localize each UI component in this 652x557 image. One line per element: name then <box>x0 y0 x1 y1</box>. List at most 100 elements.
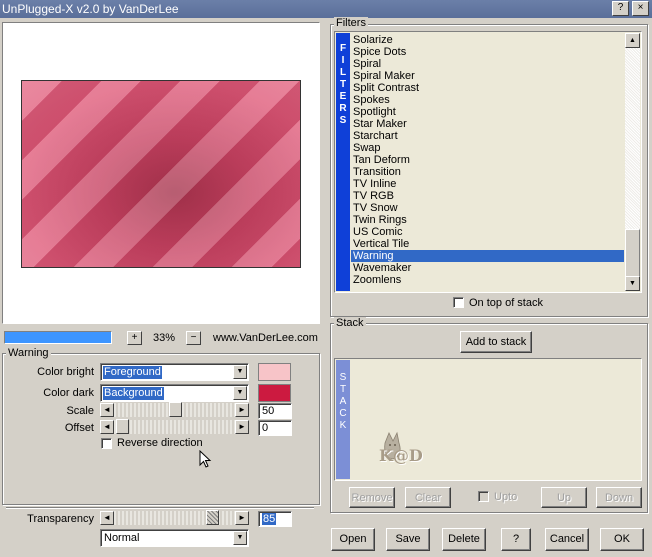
upto-label: Upto <box>494 491 518 503</box>
filter-list-item[interactable]: Spokes <box>351 94 624 106</box>
help-title-button[interactable]: ? <box>612 1 629 16</box>
up-button[interactable]: Up <box>541 487 587 508</box>
offset-increase-button[interactable]: ► <box>235 420 249 434</box>
scroll-thumb[interactable] <box>625 229 640 277</box>
save-button[interactable]: Save <box>386 528 430 551</box>
on-top-of-stack-label: On top of stack <box>469 297 543 309</box>
reverse-direction-checkbox[interactable] <box>101 438 112 449</box>
website-link[interactable]: www.VanDerLee.com <box>213 332 318 344</box>
chevron-down-icon[interactable]: ▼ <box>233 531 247 545</box>
filters-side-letter: R <box>339 103 347 114</box>
filters-side-letter: L <box>339 67 347 78</box>
watermark-logo: K@D <box>379 429 449 469</box>
filter-list-item[interactable]: Starchart <box>351 130 624 142</box>
stack-side-letter: K <box>339 420 347 431</box>
filter-list-item[interactable]: Solarize <box>351 34 624 46</box>
filters-side-label: FILTERS <box>336 33 350 291</box>
filter-list-item[interactable]: Vertical Tile <box>351 238 624 250</box>
filter-list-item[interactable]: Twin Rings <box>351 214 624 226</box>
cancel-button[interactable]: Cancel <box>545 528 589 551</box>
scale-increase-button[interactable]: ► <box>235 403 249 417</box>
title-bar: UnPlugged-X v2.0 by VanDerLee <box>0 0 652 18</box>
color-bright-swatch[interactable] <box>258 363 291 381</box>
filters-side-letter: F <box>339 43 347 54</box>
filter-list-item[interactable]: Swap <box>351 142 624 154</box>
remove-button[interactable]: Remove <box>349 487 395 508</box>
scale-decrease-button[interactable]: ◄ <box>100 403 114 417</box>
filter-list-item[interactable]: Zoomlens <box>351 274 624 286</box>
filters-list[interactable]: Solarize Spice Dots Spiral Spiral Maker Spli… <box>351 34 624 286</box>
watermark-text: K@D <box>379 446 423 465</box>
scale-slider-thumb[interactable] <box>169 402 182 417</box>
filter-list-item[interactable]: TV Snow <box>351 202 624 214</box>
filter-list-item[interactable]: Tan Deform <box>351 154 624 166</box>
filters-side-letter: S <box>339 115 347 126</box>
cursor-arrow-icon <box>199 450 212 468</box>
transparency-decrease-button[interactable]: ◄ <box>100 511 114 525</box>
window-title: UnPlugged-X v2.0 by VanDerLee <box>2 2 179 16</box>
transparency-increase-button[interactable]: ► <box>235 511 249 525</box>
filter-list-item[interactable]: TV Inline <box>351 178 624 190</box>
filters-side-letter: I <box>341 55 345 66</box>
upto-checkbox[interactable] <box>478 491 489 502</box>
filter-list-item[interactable]: Spiral <box>351 58 624 70</box>
chevron-down-icon[interactable]: ▼ <box>233 386 247 400</box>
color-bright-select[interactable]: Foreground ▼ <box>100 363 249 381</box>
stack-side-label: STACK <box>336 360 350 479</box>
filter-list-item[interactable]: Wavemaker <box>351 262 624 274</box>
transparency-slider-track[interactable] <box>114 510 235 525</box>
filter-list-item[interactable]: Split Contrast <box>351 82 624 94</box>
separator <box>6 508 314 509</box>
offset-decrease-button[interactable]: ◄ <box>100 420 114 434</box>
color-dark-select[interactable]: Background ▼ <box>100 384 249 402</box>
down-button[interactable]: Down <box>596 487 642 508</box>
open-button[interactable]: Open <box>331 528 375 551</box>
filter-list-item[interactable]: Star Maker <box>351 118 624 130</box>
color-dark-label: Color dark <box>43 387 94 399</box>
zoom-value: 33% <box>153 332 176 344</box>
scroll-up-button[interactable]: ▲ <box>625 33 640 48</box>
filters-side-letter: E <box>339 91 347 102</box>
scroll-down-button[interactable]: ▼ <box>625 276 640 291</box>
help-button[interactable]: ? <box>501 528 531 551</box>
filter-list-item[interactable]: Transition <box>351 166 624 178</box>
transparency-slider-thumb[interactable] <box>206 510 219 525</box>
add-to-stack-button[interactable]: Add to stack <box>460 331 532 353</box>
filter-list-item[interactable]: Warning <box>351 250 624 262</box>
color-dark-swatch[interactable] <box>258 384 291 402</box>
filters-group-title: Filters <box>334 17 368 29</box>
chevron-down-icon[interactable]: ▼ <box>233 365 247 379</box>
filter-list-item[interactable]: US Comic <box>351 226 624 238</box>
preview-image <box>21 80 301 268</box>
stack-list-box[interactable]: STACK K@D <box>334 358 642 481</box>
delete-button[interactable]: Delete <box>442 528 486 551</box>
scale-slider-track[interactable] <box>114 402 235 417</box>
zoom-out-button[interactable]: − <box>186 331 201 345</box>
clear-button[interactable]: Clear <box>405 487 451 508</box>
zoom-in-button[interactable]: + <box>127 331 142 345</box>
color-dark-value: Background <box>103 387 164 400</box>
filter-list-item[interactable]: Spiral Maker <box>351 70 624 82</box>
stack-side-letter: T <box>339 384 347 395</box>
offset-input[interactable]: 0 <box>258 420 292 436</box>
close-button[interactable]: × <box>632 1 649 16</box>
transparency-input[interactable]: 85 <box>258 511 292 527</box>
transparency-value: 85 <box>262 513 277 525</box>
scale-input[interactable]: 50 <box>258 403 292 419</box>
ok-button[interactable]: OK <box>600 528 644 551</box>
progress-fill <box>5 332 111 343</box>
filters-side-letter: T <box>339 79 347 90</box>
filters-scrollbar[interactable]: ▲ ▼ <box>625 33 640 291</box>
blend-mode-select[interactable]: Normal ▼ <box>100 529 249 547</box>
progress-bar <box>4 331 112 344</box>
filter-list-item[interactable]: Spice Dots <box>351 46 624 58</box>
offset-slider-thumb[interactable] <box>116 419 129 434</box>
on-top-of-stack-checkbox[interactable] <box>453 297 464 308</box>
offset-slider-track[interactable] <box>114 419 235 434</box>
transparency-label: Transparency <box>27 513 94 525</box>
stack-side-letter: S <box>339 372 347 383</box>
scale-label: Scale <box>66 405 94 417</box>
filter-list-item[interactable]: TV RGB <box>351 190 624 202</box>
preview-panel <box>2 22 320 324</box>
filter-list-item[interactable]: Spotlight <box>351 106 624 118</box>
